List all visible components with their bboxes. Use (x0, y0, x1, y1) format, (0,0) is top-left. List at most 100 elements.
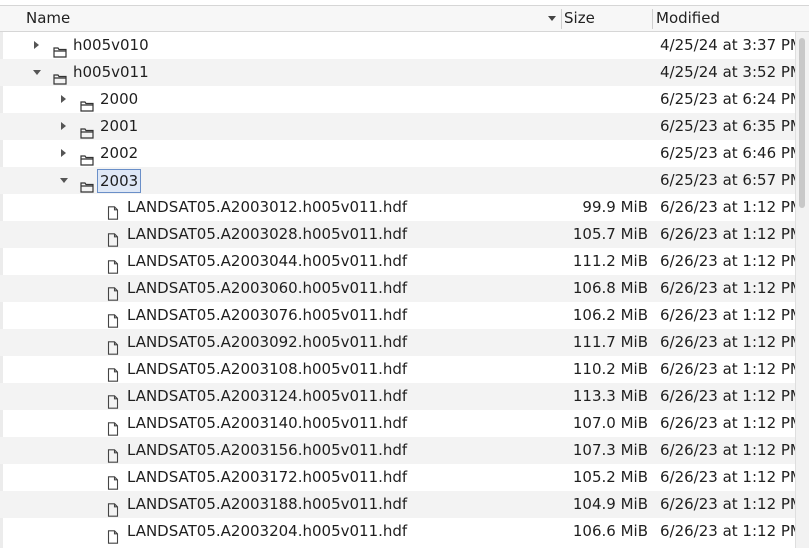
item-name[interactable]: LANDSAT05.A2003188.h005v011.hdf (127, 491, 407, 518)
item-name[interactable]: LANDSAT05.A2003172.h005v011.hdf (127, 464, 407, 491)
item-name[interactable]: LANDSAT05.A2003060.h005v011.hdf (127, 275, 407, 302)
document-icon (107, 526, 121, 544)
scrollbar-thumb[interactable] (799, 38, 805, 208)
size-cell: 107.0 MiB (572, 414, 648, 432)
column-header-modified[interactable]: Modified (656, 6, 806, 31)
document-icon (107, 418, 121, 436)
modified-cell: 6/26/23 at 1:12 PM (660, 279, 795, 297)
size-cell (560, 167, 648, 194)
document-icon (107, 310, 121, 328)
size-cell: 111.7 MiB (572, 333, 648, 351)
modified-cell: 6/26/23 at 1:12 PM (660, 198, 795, 216)
chevron-down-icon[interactable] (30, 59, 44, 86)
modified-cell: 6/25/23 at 6:35 PM (660, 117, 795, 135)
column-header-name[interactable]: Name (26, 6, 560, 31)
item-name[interactable]: LANDSAT05.A2003028.h005v011.hdf (127, 221, 407, 248)
modified-cell: 6/26/23 at 1:12 PM (660, 306, 795, 324)
folder-row[interactable]: 2001 6/25/23 at 6:35 PM (0, 113, 795, 140)
item-name[interactable]: 2000 (100, 86, 138, 113)
name-cell: h005v010 (0, 32, 560, 59)
item-name[interactable]: LANDSAT05.A2003108.h005v011.hdf (127, 356, 407, 383)
file-row[interactable]: LANDSAT05.A2003204.h005v011.hdf 106.6 MiB… (0, 518, 795, 545)
file-row[interactable]: LANDSAT05.A2003012.h005v011.hdf 99.9 MiB 6… (0, 194, 795, 221)
item-name[interactable]: LANDSAT05.A2003076.h005v011.hdf (127, 302, 407, 329)
document-icon (107, 391, 121, 409)
name-cell: LANDSAT05.A2003028.h005v011.hdf (0, 221, 560, 248)
item-name[interactable]: 2003 (96, 169, 142, 193)
chevron-right-icon[interactable] (57, 113, 71, 140)
column-divider[interactable] (652, 9, 653, 29)
modified-cell: 6/26/23 at 1:12 PM (660, 360, 795, 378)
item-name[interactable]: LANDSAT05.A2003092.h005v011.hdf (127, 329, 407, 356)
document-icon (107, 229, 121, 247)
item-name[interactable]: LANDSAT05.A2003044.h005v011.hdf (127, 248, 407, 275)
name-cell: 2000 (0, 86, 560, 113)
file-row[interactable]: LANDSAT05.A2003076.h005v011.hdf 106.2 MiB… (0, 302, 795, 329)
document-icon (107, 364, 121, 382)
name-cell: LANDSAT05.A2003044.h005v011.hdf (0, 248, 560, 275)
item-name[interactable]: h005v010 (73, 32, 149, 59)
size-cell: 111.2 MiB (572, 252, 648, 270)
file-row[interactable]: LANDSAT05.A2003140.h005v011.hdf 107.0 MiB… (0, 410, 795, 437)
item-name[interactable]: LANDSAT05.A2003124.h005v011.hdf (127, 383, 407, 410)
file-row[interactable]: LANDSAT05.A2003124.h005v011.hdf 113.3 MiB… (0, 383, 795, 410)
name-cell: 2001 (0, 113, 560, 140)
modified-cell: 6/25/23 at 6:46 PM (660, 144, 795, 162)
folder-row[interactable]: h005v011 4/25/24 at 3:52 PM (0, 59, 795, 86)
vertical-scrollbar[interactable] (795, 32, 809, 548)
name-cell: LANDSAT05.A2003172.h005v011.hdf (0, 464, 560, 491)
name-cell: 2003 (0, 167, 560, 194)
modified-cell: 6/26/23 at 1:12 PM (660, 333, 795, 351)
column-divider[interactable] (561, 9, 562, 29)
name-cell: LANDSAT05.A2003060.h005v011.hdf (0, 275, 560, 302)
document-icon (107, 472, 121, 490)
name-cell: 2002 (0, 140, 560, 167)
folder-icon (80, 148, 94, 166)
item-name[interactable]: LANDSAT05.A2003012.h005v011.hdf (127, 194, 407, 221)
file-row[interactable]: LANDSAT05.A2003188.h005v011.hdf 104.9 MiB… (0, 491, 795, 518)
column-header-size[interactable]: Size (564, 6, 652, 31)
chevron-right-icon[interactable] (57, 86, 71, 113)
folder-row[interactable]: 2003 6/25/23 at 6:57 PM (0, 167, 795, 194)
name-cell: LANDSAT05.A2003156.h005v011.hdf (0, 437, 560, 464)
item-name[interactable]: LANDSAT05.A2003204.h005v011.hdf (127, 518, 407, 545)
size-cell: 107.3 MiB (572, 441, 648, 459)
chevron-right-icon[interactable] (30, 32, 44, 59)
item-name[interactable]: 2001 (100, 113, 138, 140)
folder-icon (80, 94, 94, 112)
chevron-right-icon[interactable] (57, 140, 71, 167)
file-row[interactable]: LANDSAT05.A2003028.h005v011.hdf 105.7 MiB… (0, 221, 795, 248)
file-row[interactable]: LANDSAT05.A2003156.h005v011.hdf 107.3 MiB… (0, 437, 795, 464)
file-row[interactable]: LANDSAT05.A2003108.h005v011.hdf 110.2 MiB… (0, 356, 795, 383)
file-tree: h005v010 4/25/24 at 3:37 PM h005v011 4/25/2… (0, 32, 795, 548)
file-row[interactable]: LANDSAT05.A2003060.h005v011.hdf 106.8 MiB… (0, 275, 795, 302)
folder-row[interactable]: 2002 6/25/23 at 6:46 PM (0, 140, 795, 167)
folder-icon (80, 121, 94, 139)
modified-cell: 6/26/23 at 1:12 PM (660, 468, 795, 486)
size-cell: 99.9 MiB (582, 198, 648, 216)
item-name[interactable]: 2002 (100, 140, 138, 167)
document-icon (107, 337, 121, 355)
folder-row[interactable]: 2000 6/25/23 at 6:24 PM (0, 86, 795, 113)
item-name[interactable]: LANDSAT05.A2003140.h005v011.hdf (127, 410, 407, 437)
document-icon (107, 499, 121, 517)
folder-row[interactable]: h005v010 4/25/24 at 3:37 PM (0, 32, 795, 59)
name-cell: LANDSAT05.A2003188.h005v011.hdf (0, 491, 560, 518)
folder-icon (53, 40, 67, 58)
size-cell: 104.9 MiB (572, 495, 648, 513)
size-cell: 105.2 MiB (572, 468, 648, 486)
file-row[interactable]: LANDSAT05.A2003172.h005v011.hdf 105.2 MiB… (0, 464, 795, 491)
document-icon (107, 256, 121, 274)
size-cell (560, 86, 648, 113)
sort-descending-icon[interactable] (548, 16, 556, 21)
document-icon (107, 445, 121, 463)
name-cell: LANDSAT05.A2003012.h005v011.hdf (0, 194, 560, 221)
file-row[interactable]: LANDSAT05.A2003044.h005v011.hdf 111.2 MiB… (0, 248, 795, 275)
chevron-down-icon[interactable] (57, 167, 71, 194)
name-cell: LANDSAT05.A2003204.h005v011.hdf (0, 518, 560, 545)
item-name[interactable]: LANDSAT05.A2003156.h005v011.hdf (127, 437, 407, 464)
name-cell: LANDSAT05.A2003124.h005v011.hdf (0, 383, 560, 410)
file-row[interactable]: LANDSAT05.A2003092.h005v011.hdf 111.7 MiB… (0, 329, 795, 356)
item-name[interactable]: h005v011 (73, 59, 149, 86)
modified-cell: 6/26/23 at 1:12 PM (660, 522, 795, 540)
